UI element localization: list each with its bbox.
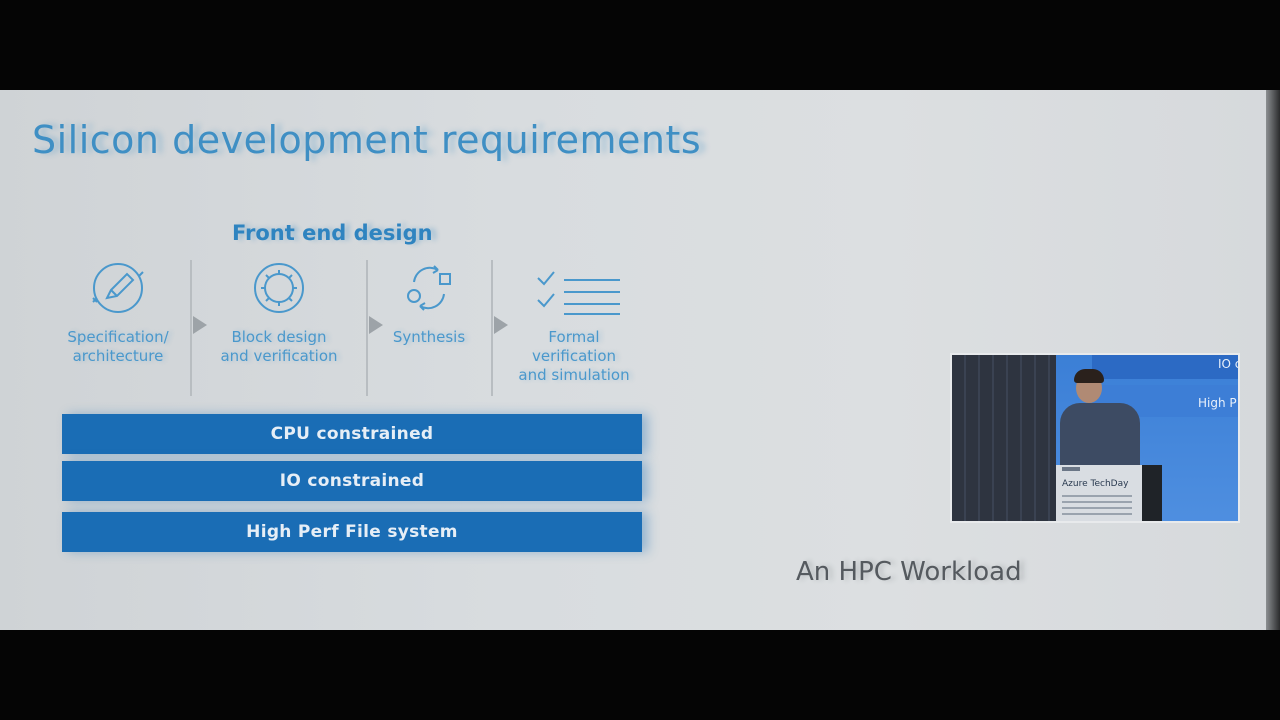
step-divider <box>491 260 493 396</box>
step-specification: Specification/ architecture <box>52 260 184 366</box>
checklist-icon <box>537 271 620 315</box>
io-constrained-bar: IO constrained <box>62 461 642 501</box>
flow-arrow-icon <box>369 316 383 334</box>
step-synthesis: Synthesis <box>382 260 476 347</box>
podium-text: Azure TechDay <box>1062 479 1129 489</box>
slide-title: Silicon development requirements <box>32 118 702 162</box>
section-heading: Front end design <box>232 221 433 245</box>
stage-background <box>952 355 1056 521</box>
step-divider <box>366 260 368 396</box>
podium-side <box>1142 465 1162 521</box>
cycle-arrows-icon <box>407 265 451 311</box>
step-formal-verification: Formal verification and simulation <box>504 260 644 385</box>
file-system-bar: High Perf File system <box>62 512 642 552</box>
step-label: Formal verification and simulation <box>518 328 630 384</box>
flow-arrow-icon <box>193 316 207 334</box>
pencil-circle-icon <box>92 263 144 313</box>
stage-screen-text: High P <box>1198 396 1237 410</box>
projection-edge <box>1266 90 1280 630</box>
step-label: Specification/ architecture <box>67 328 169 365</box>
podium-sponsor-lines <box>1062 495 1132 519</box>
cpu-constrained-bar: CPU constrained <box>62 414 642 454</box>
step-label: Block design and verification <box>220 328 338 365</box>
speaker-video-inset: IO c High P Azure TechDay <box>950 353 1240 523</box>
podium-logo <box>1062 467 1080 471</box>
speaker-body <box>1060 403 1140 473</box>
step-label: Synthesis <box>392 328 466 346</box>
gear-circle-icon <box>254 263 304 313</box>
stage-screen-text: IO c <box>1218 357 1240 371</box>
step-block-design: Block design and verification <box>206 260 352 366</box>
speaker-hair <box>1074 369 1104 383</box>
slide-caption: An HPC Workload <box>796 557 1022 587</box>
step-divider <box>190 260 192 396</box>
